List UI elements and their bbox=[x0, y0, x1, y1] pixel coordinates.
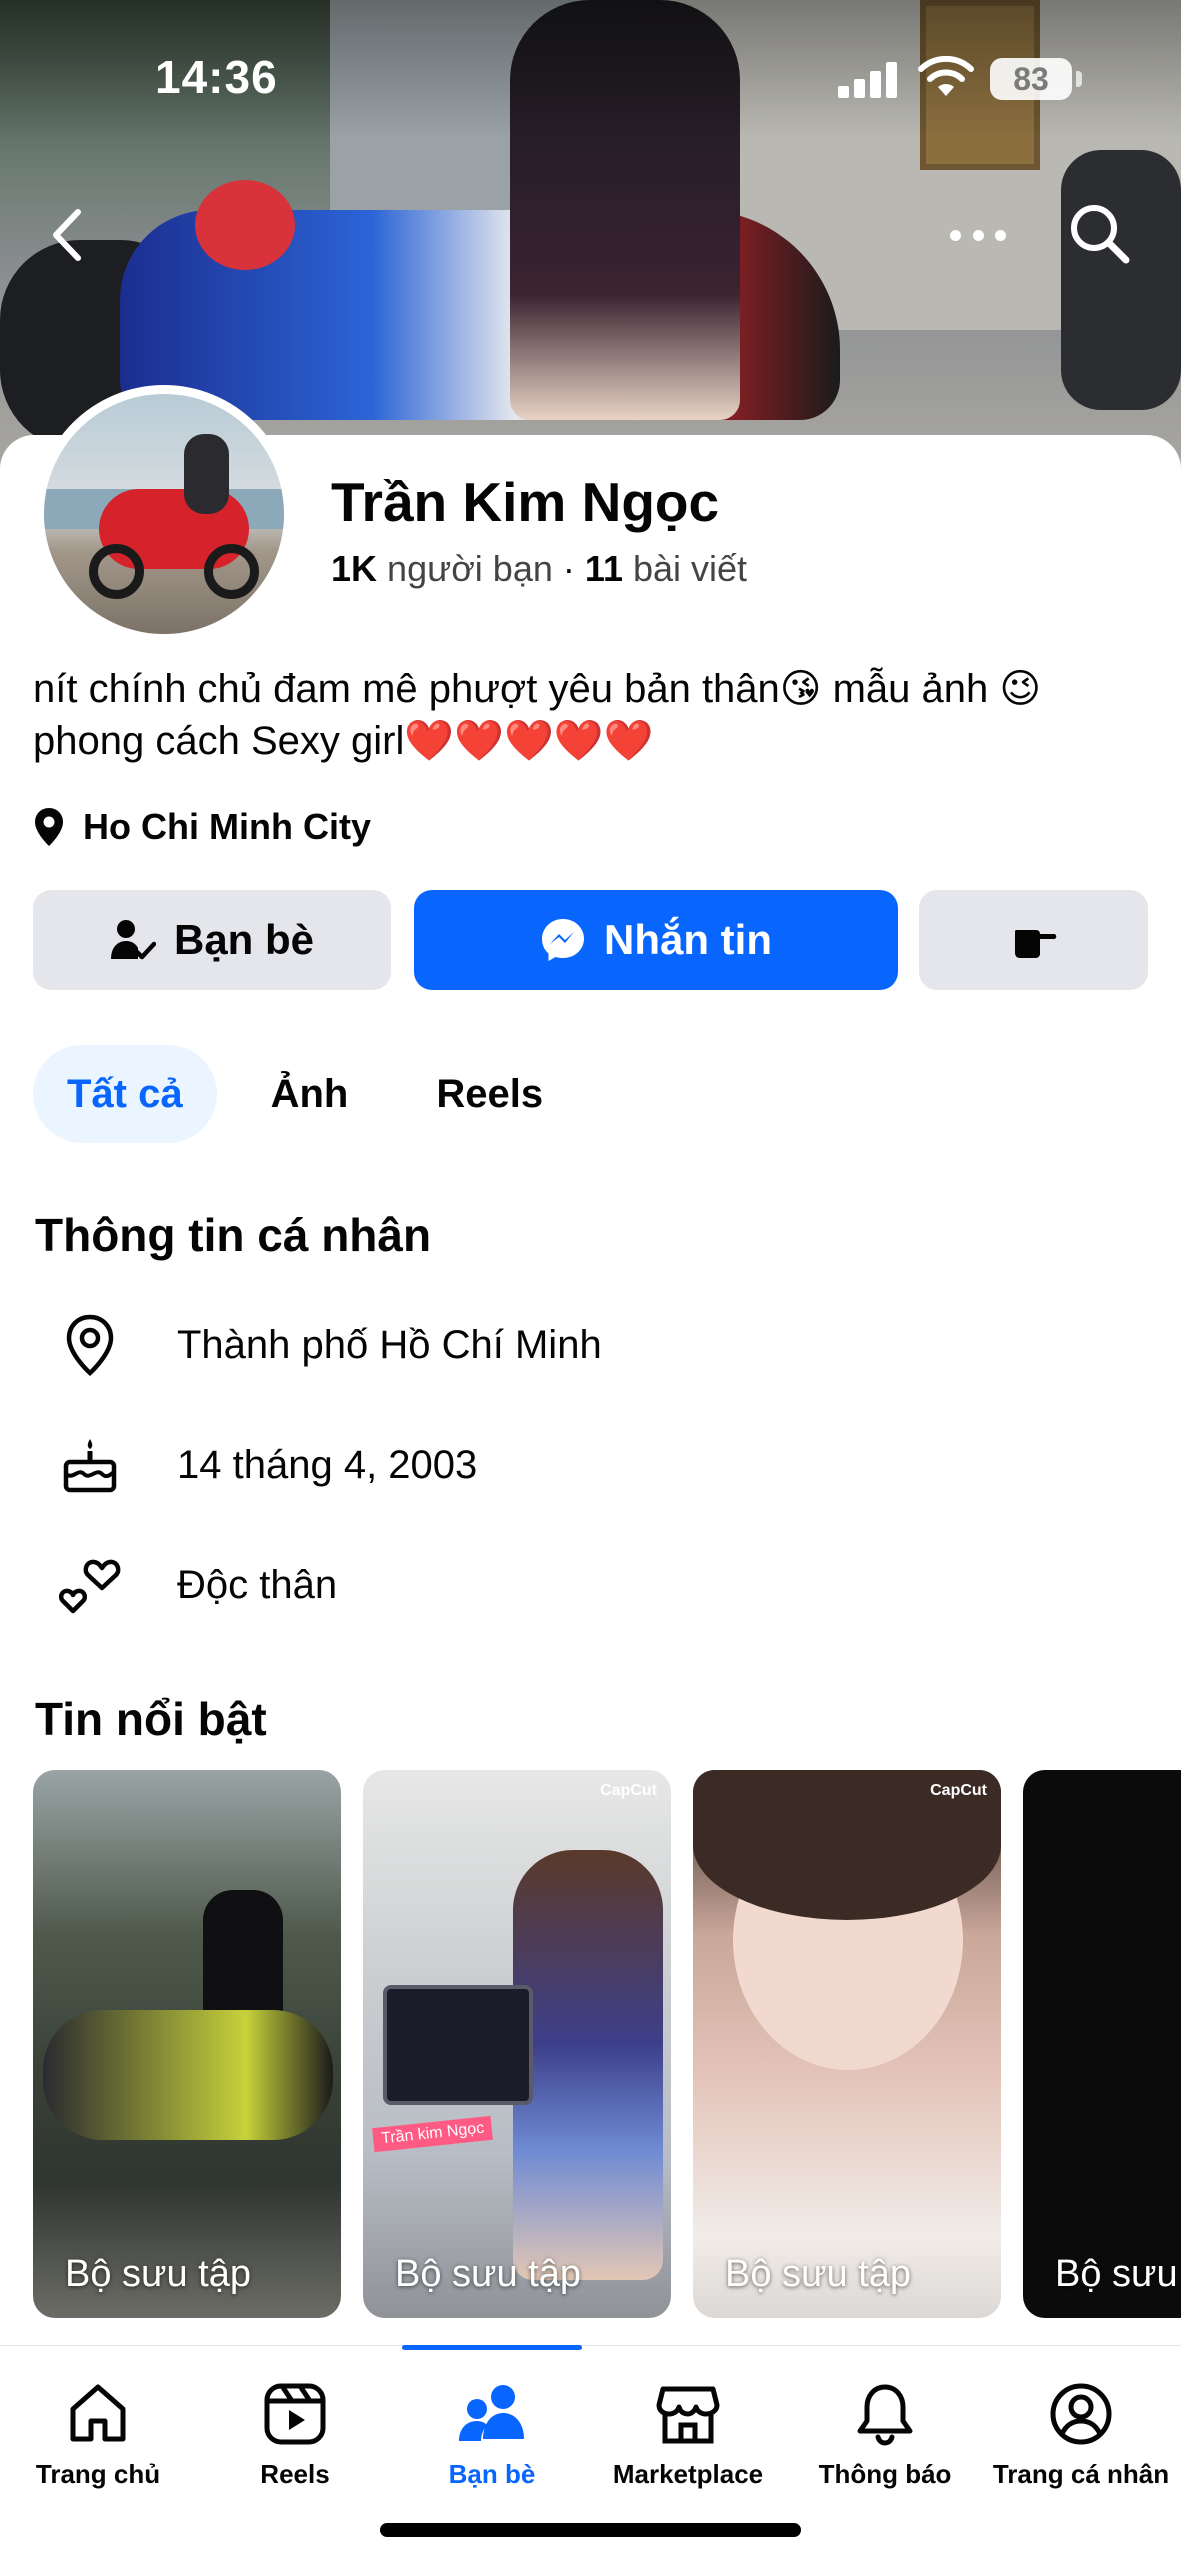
info-birthday: 14 tháng 4, 2003 bbox=[177, 1442, 478, 1487]
profile-name: Trần Kim Ngọc bbox=[331, 471, 720, 533]
tab-all[interactable]: Tất cả bbox=[33, 1045, 217, 1143]
stats-separator: · bbox=[562, 548, 575, 589]
info-relationship-row: Độc thân bbox=[55, 1550, 337, 1620]
about-title: Thông tin cá nhân bbox=[35, 1209, 432, 1261]
location-pin-icon bbox=[35, 808, 63, 846]
message-button-label: Nhắn tin bbox=[604, 916, 772, 963]
nav-active-indicator bbox=[402, 2345, 582, 2350]
friend-check-icon bbox=[110, 920, 156, 960]
search-icon[interactable] bbox=[1066, 200, 1132, 266]
posts-label: bài viết bbox=[632, 548, 748, 589]
birthday-cake-icon bbox=[63, 1439, 117, 1493]
nav-label: Trang cá nhân bbox=[992, 2459, 1170, 2489]
status-bar: 14:36 83 bbox=[0, 0, 1181, 150]
home-icon bbox=[70, 2384, 126, 2442]
more-options-icon[interactable] bbox=[950, 215, 1006, 255]
relationship-hearts-icon bbox=[58, 1559, 121, 1614]
marketplace-icon bbox=[656, 2386, 720, 2444]
avatar[interactable] bbox=[35, 385, 293, 643]
highlight-item[interactable]: Trần kim Ngọc CapCut Bộ sưu tập bbox=[363, 1770, 671, 2318]
highlight-label: Bộ sưu tập bbox=[65, 2253, 251, 2295]
cellular-signal-icon bbox=[838, 62, 898, 98]
highlight-item[interactable]: Bộ sưu tập bbox=[33, 1770, 341, 2318]
capcut-watermark: CapCut bbox=[600, 1782, 657, 1799]
back-icon[interactable] bbox=[38, 200, 98, 270]
nav-label: Trang chủ bbox=[35, 2459, 161, 2489]
profile-bio: nít chính chủ đam mê phượt yêu bản thân😘… bbox=[33, 663, 1153, 767]
nav-profile[interactable]: Trang cá nhân bbox=[983, 2381, 1179, 2490]
tab-reels[interactable]: Reels bbox=[402, 1045, 577, 1143]
nav-home[interactable]: Trang chủ bbox=[0, 2381, 196, 2490]
tab-photos[interactable]: Ảnh bbox=[237, 1045, 383, 1143]
info-city: Thành phố Hồ Chí Minh bbox=[177, 1322, 602, 1367]
nav-friends[interactable]: Bạn bè bbox=[394, 2381, 590, 2490]
highlight-label: Bộ sưu bbox=[1055, 2253, 1178, 2295]
profile-icon bbox=[1050, 2383, 1112, 2445]
highlights-title: Tin nổi bật bbox=[35, 1693, 267, 1745]
friends-count[interactable]: 1K bbox=[331, 548, 377, 589]
poke-hand-icon bbox=[1014, 930, 1056, 958]
highlight-label: Bộ sưu tập bbox=[725, 2253, 911, 2295]
friends-label[interactable]: người bạn bbox=[387, 548, 553, 589]
profile-stats: 1K người bạn · 11 bài viết bbox=[331, 548, 747, 590]
nav-reels[interactable]: Reels bbox=[197, 2381, 393, 2490]
nav-notifications[interactable]: Thông báo bbox=[787, 2381, 983, 2490]
location-text: Ho Chi Minh City bbox=[83, 806, 371, 847]
highlight-item[interactable]: CapCut Bộ sưu tập bbox=[693, 1770, 1001, 2318]
reels-icon bbox=[264, 2383, 326, 2445]
wifi-icon bbox=[918, 56, 974, 96]
location-pin-icon bbox=[66, 1314, 114, 1376]
highlight-item[interactable]: Bộ sưu bbox=[1023, 1770, 1181, 2318]
nav-label: Thông báo bbox=[818, 2459, 952, 2489]
highlight-tag: Trần kim Ngọc bbox=[372, 2115, 494, 2153]
status-time: 14:36 bbox=[155, 51, 278, 103]
nav-label: Marketplace bbox=[612, 2459, 764, 2489]
friends-button[interactable]: Bạn bè bbox=[33, 890, 391, 990]
profile-location: Ho Chi Minh City bbox=[33, 806, 371, 848]
highlight-label: Bộ sưu tập bbox=[395, 2253, 581, 2295]
bio-line: phong cách Sexy girl❤️❤️❤️❤️❤️ bbox=[33, 719, 654, 763]
highlights-carousel[interactable]: Bộ sưu tập Trần kim Ngọc CapCut Bộ sưu t… bbox=[33, 1770, 1181, 2318]
capcut-watermark: CapCut bbox=[930, 1782, 987, 1799]
bell-icon bbox=[857, 2384, 913, 2446]
posts-count: 11 bbox=[584, 548, 623, 589]
more-actions-button[interactable] bbox=[919, 890, 1148, 990]
home-indicator[interactable] bbox=[380, 2523, 801, 2537]
bio-line: nít chính chủ đam mê phượt yêu bản thân😘… bbox=[33, 667, 1042, 711]
info-city-row: Thành phố Hồ Chí Minh bbox=[55, 1310, 602, 1380]
info-relationship: Độc thân bbox=[177, 1562, 338, 1607]
nav-label: Reels bbox=[260, 2459, 330, 2489]
info-birthday-row: 14 tháng 4, 2003 bbox=[55, 1430, 477, 1500]
battery-indicator: 83 bbox=[990, 58, 1082, 100]
nav-marketplace[interactable]: Marketplace bbox=[590, 2381, 786, 2490]
friends-icon bbox=[459, 2385, 524, 2441]
profile-tabs: Tất cả Ảnh Reels bbox=[33, 1045, 577, 1143]
nav-label: Bạn bè bbox=[448, 2459, 536, 2489]
friends-button-label: Bạn bè bbox=[173, 916, 315, 963]
profile-actions: Bạn bè Nhắn tin bbox=[33, 890, 1148, 990]
message-button[interactable]: Nhắn tin bbox=[414, 890, 898, 990]
messenger-icon bbox=[542, 919, 584, 961]
